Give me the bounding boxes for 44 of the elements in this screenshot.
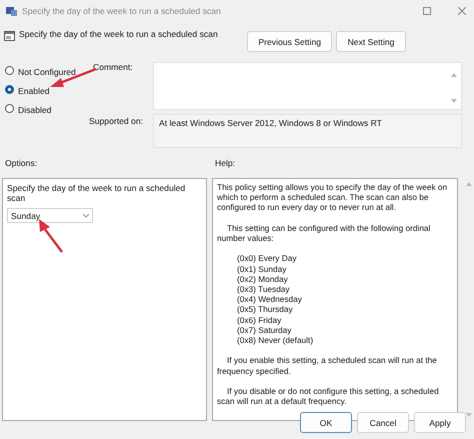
day-dropdown[interactable]: Sunday bbox=[7, 208, 93, 223]
scroll-up-icon bbox=[451, 73, 457, 77]
help-list-item: (0x4) Wednesday bbox=[237, 294, 303, 304]
help-list-item: (0x0) Every Day bbox=[237, 253, 298, 264]
help-list-item: (0x6) Friday bbox=[237, 314, 282, 325]
help-list-item: (0x1) Sunday bbox=[237, 264, 288, 274]
window-title: Specify the day of the week to run a scheduled scan bbox=[22, 6, 222, 16]
scroll-down-icon bbox=[451, 99, 457, 103]
dialog-button[interactable]: OK bbox=[300, 412, 352, 433]
help-label: Help: bbox=[215, 158, 236, 170]
help-list-item: (0x8) Never (default) bbox=[237, 335, 314, 346]
help-list-item: (0x2) Monday bbox=[237, 274, 289, 284]
chevron-icon bbox=[83, 214, 89, 218]
radio-button[interactable] bbox=[5, 66, 14, 75]
comment-label: Comment: bbox=[93, 62, 134, 74]
previous-setting-button[interactable]: Previous Setting bbox=[247, 31, 332, 52]
dialog-button[interactable]: Cancel bbox=[357, 412, 409, 433]
options-label: Options: bbox=[5, 158, 38, 170]
help-paragraph: This setting can be configured with the following ordinal number values: bbox=[217, 222, 432, 244]
help-list-item: (0x7) Saturday bbox=[237, 324, 292, 336]
close-icon[interactable] bbox=[458, 7, 466, 15]
help-paragraph: This policy setting allows you to specify the day of the week on which to perform a scheduled scan. The scan can also be configured to run every day or to never run at all. bbox=[217, 182, 448, 213]
settings-page-icon bbox=[4, 31, 15, 41]
options-prompt: Specify the day of the week to run a scheduled scan bbox=[7, 183, 186, 203]
policy-icon bbox=[6, 6, 17, 16]
next-setting-button[interactable]: Next Setting bbox=[336, 31, 406, 52]
radio-label: Disabled bbox=[18, 104, 52, 114]
dialog-button[interactable]: Apply bbox=[414, 412, 466, 433]
supported-on-label: Supported on: bbox=[89, 115, 144, 128]
comment-field[interactable] bbox=[153, 62, 462, 110]
help-paragraph: If you enable this setting, a scheduled scan will run at the frequency specified. bbox=[217, 355, 438, 376]
radio-label: Enabled bbox=[18, 84, 50, 96]
radio-button[interactable] bbox=[5, 104, 14, 113]
help-paragraph: If you disable or do not configure this setting, a scheduled scan will run at a default frequency. bbox=[217, 386, 440, 406]
radio-label: Not Configured bbox=[18, 66, 76, 76]
setting-title: Specify the day of the week to run a scheduled scan bbox=[19, 28, 219, 39]
maximize-icon[interactable] bbox=[423, 7, 431, 15]
radio-button[interactable] bbox=[5, 85, 14, 94]
scroll-down-icon bbox=[466, 412, 472, 417]
supported-on-text: At least Windows Server 2012, Windows 8 or Windows RT bbox=[159, 118, 382, 128]
help-list-item: (0x5) Thursday bbox=[237, 304, 294, 315]
annotation-arrow bbox=[39, 219, 63, 253]
help-list-item: (0x3) Tuesday bbox=[237, 284, 291, 294]
scroll-up-icon bbox=[466, 182, 472, 186]
